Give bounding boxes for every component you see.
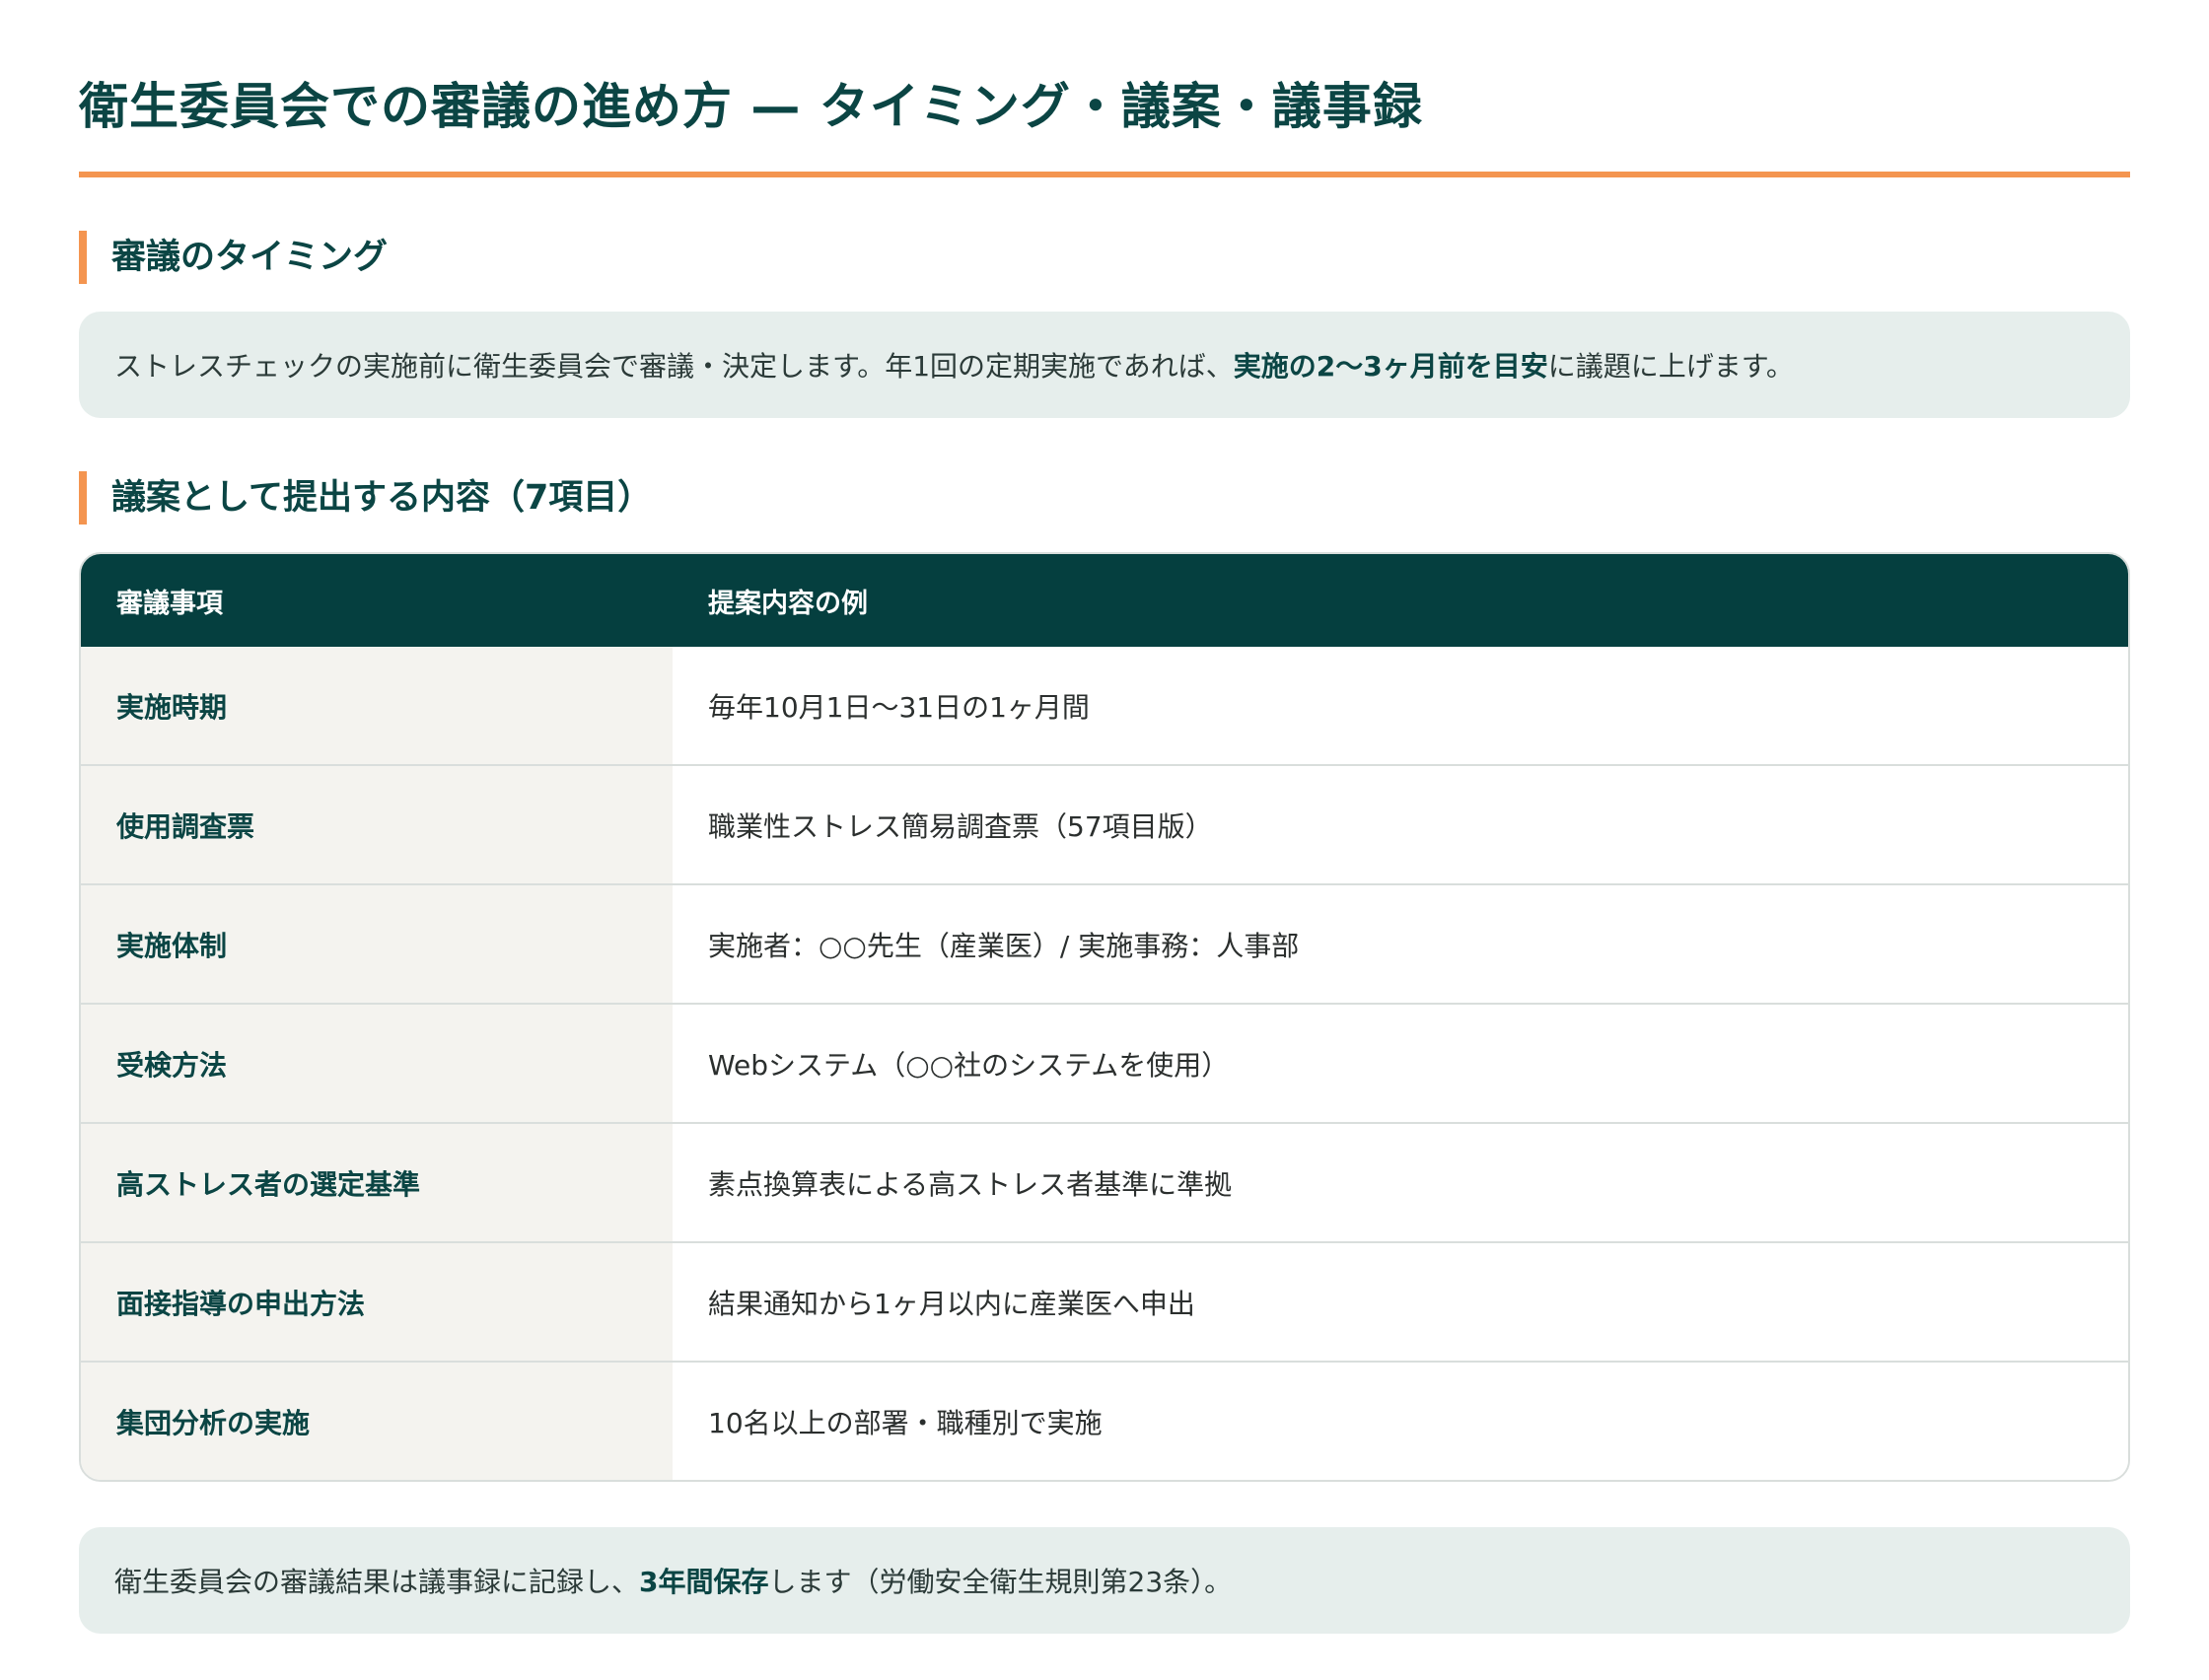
agenda-item-cell: 高ストレス者の選定基準 (81, 1122, 673, 1242)
column-header-example: 提案内容の例 (673, 554, 2128, 647)
agenda-example-cell: 毎年10月1日〜31日の1ヶ月間 (673, 647, 2128, 765)
agenda-item-cell: 面接指導の申出方法 (81, 1241, 673, 1362)
table-row: 使用調査票 職業性ストレス簡易調査票（57項目版） (81, 764, 2128, 884)
agenda-example-cell: 結果通知から1ヶ月以内に産業医へ申出 (673, 1241, 2128, 1362)
table-row: 実施時期 毎年10月1日〜31日の1ヶ月間 (81, 647, 2128, 765)
section-heading-timing: 審議のタイミング (79, 231, 2130, 284)
agenda-example-cell: 10名以上の部署・職種別で実施 (673, 1361, 2128, 1480)
minutes-note-box: 衛生委員会の審議結果は議事録に記録し、3年間保存します（労働安全衛生規則第23条… (79, 1527, 2130, 1634)
agenda-item-cell: 実施体制 (81, 883, 673, 1004)
agenda-example-cell: 職業性ストレス簡易調査票（57項目版） (673, 764, 2128, 884)
table-row: 高ストレス者の選定基準 素点換算表による高ストレス者基準に準拠 (81, 1122, 2128, 1242)
table-row: 面接指導の申出方法 結果通知から1ヶ月以内に産業医へ申出 (81, 1241, 2128, 1362)
minutes-text-bold: 3年間保存 (639, 1566, 769, 1598)
heading-accent-bar (79, 471, 87, 525)
agenda-item-cell: 集団分析の実施 (81, 1361, 673, 1480)
minutes-text-after: します（労働安全衛生規則第23条）。 (768, 1566, 1233, 1598)
agenda-example-cell: Webシステム（○○社のシステムを使用） (673, 1003, 2128, 1123)
minutes-text: 衛生委員会の審議結果は議事録に記録し、3年間保存します（労働安全衛生規則第23条… (114, 1561, 1232, 1600)
timing-text: ストレスチェックの実施前に衛生委員会で審議・決定します。年1回の定期実施であれば… (114, 345, 1794, 385)
timing-info-box: ストレスチェックの実施前に衛生委員会で審議・決定します。年1回の定期実施であれば… (79, 312, 2130, 418)
timing-text-after: に議題に上げます。 (1547, 350, 1794, 383)
agenda-table-header-row: 審議事項 提案内容の例 (81, 554, 2128, 647)
table-row: 受検方法 Webシステム（○○社のシステムを使用） (81, 1003, 2128, 1123)
agenda-table-container: 審議事項 提案内容の例 実施時期 毎年10月1日〜31日の1ヶ月間 使用調査票 … (79, 552, 2130, 1482)
agenda-table: 審議事項 提案内容の例 実施時期 毎年10月1日〜31日の1ヶ月間 使用調査票 … (81, 554, 2128, 1480)
timing-text-before: ストレスチェックの実施前に衛生委員会で審議・決定します。年1回の定期実施であれば… (114, 350, 1234, 383)
timing-text-bold: 実施の2〜3ヶ月前を目安 (1233, 350, 1548, 383)
table-row: 実施体制 実施者：○○先生（産業医）/ 実施事務：人事部 (81, 883, 2128, 1004)
page-title: 衛生委員会での審議の進め方 — タイミング・議案・議事録 (79, 78, 1423, 135)
title-divider (79, 172, 2130, 177)
column-header-item: 審議事項 (81, 554, 673, 647)
page: 衛生委員会での審議の進め方 — タイミング・議案・議事録 審議のタイミング スト… (79, 0, 2130, 1634)
agenda-item-cell: 使用調査票 (81, 764, 673, 884)
section-heading-agenda-label: 議案として提出する内容（7項目） (111, 478, 653, 518)
agenda-item-cell: 受検方法 (81, 1003, 673, 1123)
section-heading-agenda: 議案として提出する内容（7項目） (79, 471, 2130, 525)
heading-accent-bar (79, 231, 87, 284)
agenda-item-cell: 実施時期 (81, 647, 673, 765)
minutes-text-before: 衛生委員会の審議結果は議事録に記録し、 (114, 1566, 640, 1598)
table-row: 集団分析の実施 10名以上の部署・職種別で実施 (81, 1361, 2128, 1480)
agenda-example-cell: 素点換算表による高ストレス者基準に準拠 (673, 1122, 2128, 1242)
agenda-example-cell: 実施者：○○先生（産業医）/ 実施事務：人事部 (673, 883, 2128, 1004)
section-heading-timing-label: 審議のタイミング (111, 238, 389, 277)
